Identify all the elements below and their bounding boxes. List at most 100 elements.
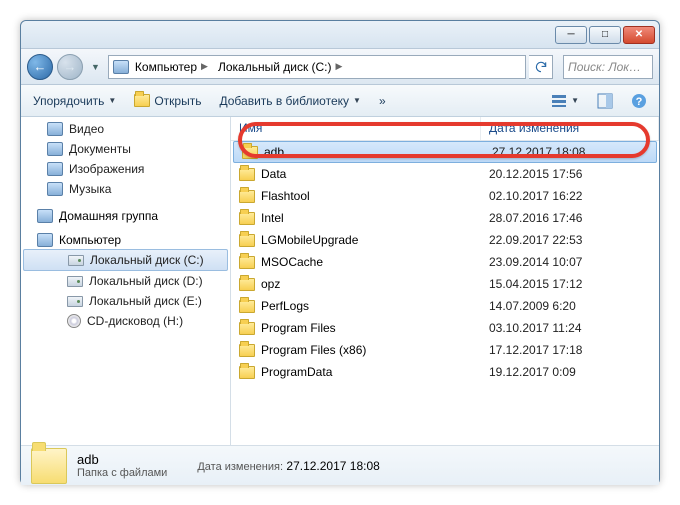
file-name: adb bbox=[264, 145, 284, 159]
refresh-icon bbox=[534, 60, 548, 74]
column-name[interactable]: Имя bbox=[231, 117, 481, 140]
toolbar-label: Открыть bbox=[154, 94, 201, 108]
details-date-value: 27.12.2017 18:08 bbox=[286, 459, 379, 473]
file-row[interactable]: Data20.12.2015 17:56 bbox=[231, 163, 659, 185]
col-label: Дата изменения bbox=[489, 121, 579, 135]
nav-label: Локальный диск (C:) bbox=[90, 253, 204, 267]
folder-icon bbox=[239, 256, 255, 269]
file-row[interactable]: MSOCache23.09.2014 10:07 bbox=[231, 251, 659, 273]
file-name: MSOCache bbox=[261, 255, 323, 269]
file-date: 02.10.2017 16:22 bbox=[481, 189, 659, 203]
address-bar[interactable]: Компьютер ▶ Локальный диск (C:) ▶ bbox=[108, 55, 526, 79]
nav-homegroup[interactable]: Домашняя группа bbox=[21, 209, 230, 223]
file-row[interactable]: adb27.12.2017 18:08 bbox=[233, 141, 657, 163]
svg-text:?: ? bbox=[636, 96, 643, 108]
images-icon bbox=[47, 162, 63, 176]
toolbar-label: Упорядочить bbox=[33, 94, 104, 108]
arrow-left-icon: ← bbox=[34, 59, 47, 74]
file-row[interactable]: Program Files (x86) 17.12.2017 17:18 bbox=[231, 339, 659, 361]
folder-large-icon bbox=[31, 448, 67, 484]
file-row[interactable]: ProgramData19.12.2017 0:09 bbox=[231, 361, 659, 383]
folder-icon bbox=[239, 234, 255, 247]
file-date: 28.07.2016 17:46 bbox=[481, 211, 659, 225]
homegroup-icon bbox=[37, 209, 53, 223]
drive-icon bbox=[68, 255, 84, 266]
music-icon bbox=[47, 182, 63, 196]
nav-label: Локальный диск (E:) bbox=[89, 294, 202, 308]
file-name: PerfLogs bbox=[261, 299, 309, 313]
minimize-button[interactable]: ─ bbox=[555, 26, 587, 44]
nav-drive-d[interactable]: Локальный диск (D:) bbox=[21, 271, 230, 291]
nav-label: Документы bbox=[69, 142, 131, 156]
chevron-down-icon: ▼ bbox=[108, 96, 116, 105]
computer-icon bbox=[37, 233, 53, 247]
breadcrumb-computer[interactable]: Компьютер ▶ bbox=[131, 60, 212, 74]
open-button[interactable]: Открыть bbox=[130, 92, 205, 110]
nav-music[interactable]: Музыка bbox=[21, 179, 230, 199]
nav-video[interactable]: Видео bbox=[21, 119, 230, 139]
file-row[interactable]: PerfLogs 14.07.2009 6:20 bbox=[231, 295, 659, 317]
file-name: Data bbox=[261, 167, 286, 181]
file-name: Intel bbox=[261, 211, 284, 225]
organize-button[interactable]: Упорядочить ▼ bbox=[29, 92, 120, 110]
drive-icon bbox=[67, 276, 83, 287]
add-to-library-button[interactable]: Добавить в библиотеку ▼ bbox=[215, 92, 364, 110]
toolbar-overflow-button[interactable]: » bbox=[375, 92, 390, 110]
preview-icon bbox=[597, 93, 613, 109]
folder-icon bbox=[239, 190, 255, 203]
history-dropdown-icon[interactable]: ▼ bbox=[87, 62, 104, 72]
maximize-button[interactable]: □ bbox=[589, 26, 621, 44]
file-date: 17.12.2017 17:18 bbox=[481, 343, 659, 357]
preview-pane-button[interactable] bbox=[593, 91, 617, 111]
cd-icon bbox=[67, 314, 81, 328]
navigation-pane: Видео Документы Изображения Музыка Домаш… bbox=[21, 117, 231, 445]
file-row[interactable]: Program Files 03.10.2017 11:24 bbox=[231, 317, 659, 339]
explorer-window: ─ □ ✕ ← → ▼ Компьютер ▶ Локальный диск (… bbox=[20, 20, 660, 485]
file-row[interactable]: LGMobileUpgrade22.09.2017 22:53 bbox=[231, 229, 659, 251]
file-name: Flashtool bbox=[261, 189, 310, 203]
view-icon bbox=[551, 93, 567, 109]
file-name: Program Files bbox=[261, 321, 336, 335]
file-date: 03.10.2017 11:24 bbox=[481, 321, 659, 335]
drive-icon bbox=[113, 60, 129, 74]
folder-icon bbox=[242, 146, 258, 159]
nav-label: Домашняя группа bbox=[59, 209, 158, 223]
close-button[interactable]: ✕ bbox=[623, 26, 655, 44]
column-date[interactable]: Дата изменения bbox=[481, 117, 659, 140]
nav-drive-e[interactable]: Локальный диск (E:) bbox=[21, 291, 230, 311]
video-icon bbox=[47, 122, 63, 136]
file-name: ProgramData bbox=[261, 365, 332, 379]
drive-icon bbox=[67, 296, 83, 307]
nav-documents[interactable]: Документы bbox=[21, 139, 230, 159]
refresh-button[interactable] bbox=[529, 55, 553, 79]
nav-drive-c[interactable]: Локальный диск (C:) bbox=[23, 249, 228, 271]
file-name: Program Files (x86) bbox=[261, 343, 366, 357]
file-row[interactable]: Intel 28.07.2016 17:46 bbox=[231, 207, 659, 229]
nav-label: Компьютер bbox=[59, 233, 121, 247]
folder-icon bbox=[239, 322, 255, 335]
view-options-button[interactable]: ▼ bbox=[547, 91, 583, 111]
file-row[interactable]: Flashtool 02.10.2017 16:22 bbox=[231, 185, 659, 207]
chevron-right-icon[interactable]: ▶ bbox=[336, 61, 343, 72]
file-date: 14.07.2009 6:20 bbox=[481, 299, 659, 313]
details-pane: adb Папка с файлами Дата изменения: 27.1… bbox=[21, 445, 659, 485]
forward-button[interactable]: → bbox=[57, 54, 83, 80]
nav-cd-h[interactable]: CD-дисковод (H:) bbox=[21, 311, 230, 331]
chevron-right-icon[interactable]: ▶ bbox=[201, 61, 208, 72]
file-date: 15.04.2015 17:12 bbox=[481, 277, 659, 291]
back-button[interactable]: ← bbox=[27, 54, 53, 80]
details-date-label: Дата изменения: bbox=[197, 461, 283, 473]
file-list[interactable]: adb27.12.2017 18:08Data20.12.2015 17:56F… bbox=[231, 141, 659, 421]
nav-computer[interactable]: Компьютер bbox=[21, 233, 230, 247]
file-row[interactable]: opz15.04.2015 17:12 bbox=[231, 273, 659, 295]
help-button[interactable]: ? bbox=[627, 91, 651, 111]
col-label: Имя bbox=[239, 121, 262, 135]
help-icon: ? bbox=[631, 93, 647, 109]
crumb-label: Компьютер bbox=[135, 60, 197, 74]
breadcrumb-drive-c[interactable]: Локальный диск (C:) ▶ bbox=[214, 60, 346, 74]
search-input[interactable]: Поиск: Лок… bbox=[563, 55, 653, 79]
crumb-label: Локальный диск (C:) bbox=[218, 60, 332, 74]
nav-label: Музыка bbox=[69, 182, 111, 196]
nav-images[interactable]: Изображения bbox=[21, 159, 230, 179]
details-name: adb bbox=[77, 452, 167, 467]
